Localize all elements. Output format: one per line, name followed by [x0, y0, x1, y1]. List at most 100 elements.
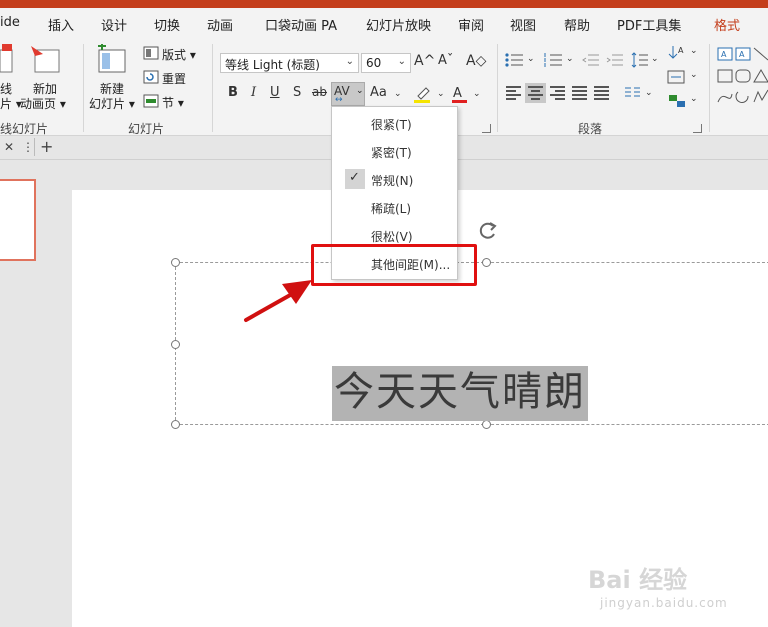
new-animation-page-icon: [31, 46, 60, 73]
spacing-arrows-icon: ↔: [335, 95, 343, 105]
spacing-loose-item[interactable]: 稀疏(L): [333, 195, 457, 219]
menu-bar: ide 插入 设计 切换 动画 口袋动画 PA 幻灯片放映 审阅 视图 帮助 P…: [0, 8, 768, 38]
shrink-font-icon[interactable]: Aˇ: [438, 53, 453, 68]
spacing-tight-item[interactable]: 紧密(T): [333, 139, 457, 163]
font-color-icon[interactable]: A: [450, 84, 470, 104]
annotation-arrow-icon: [244, 280, 312, 322]
align-text-icon[interactable]: [666, 68, 688, 86]
tab-transitions[interactable]: 切换: [154, 15, 180, 34]
svg-text:A: A: [721, 50, 727, 59]
align-right-icon[interactable]: [550, 86, 565, 100]
close-icon[interactable]: ✕: [4, 140, 14, 154]
font-name-combobox[interactable]: 等线 Light (标题) ⌄: [220, 53, 359, 73]
add-tab-icon[interactable]: +: [40, 137, 53, 156]
annotation-highlight-box: [311, 244, 477, 286]
tab-animations[interactable]: 动画: [207, 15, 233, 34]
columns-icon[interactable]: [624, 86, 642, 100]
smartart-icon[interactable]: [666, 92, 688, 110]
resize-handle[interactable]: [171, 340, 180, 349]
text-shadow-button[interactable]: S: [293, 85, 301, 100]
chevron-down-icon[interactable]: ⌄: [473, 89, 481, 99]
ribbon-separator: [709, 44, 710, 132]
clear-format-icon[interactable]: A◇: [466, 53, 486, 69]
spacing-very-tight-item[interactable]: 很紧(T): [333, 111, 457, 135]
tab-pocket-animation[interactable]: 口袋动画 PA: [265, 15, 337, 34]
text-direction-icon[interactable]: A: [666, 44, 688, 62]
tab-design[interactable]: 设计: [101, 15, 127, 34]
ribbon-separator: [83, 44, 84, 132]
rotate-handle-icon[interactable]: [474, 218, 500, 244]
title-bar-strip: [0, 0, 768, 8]
menu-item-label: 紧密(T): [371, 146, 412, 160]
reset-button[interactable]: 重置: [162, 70, 186, 87]
menu-item-label: 很松(V): [371, 230, 413, 244]
align-center-icon[interactable]: [528, 86, 543, 100]
bold-button[interactable]: B: [228, 85, 238, 100]
paragraph-dialog-launcher[interactable]: [693, 124, 702, 133]
chevron-down-icon[interactable]: ⌄: [645, 88, 653, 98]
more-options-icon[interactable]: ⋮: [22, 140, 34, 154]
font-name-value: 等线 Light (标题): [225, 58, 320, 72]
menu-item-label: 稀疏(L): [371, 202, 412, 216]
new-slide-line2[interactable]: 幻灯片 ▾: [89, 95, 135, 112]
distributed-icon[interactable]: [594, 86, 609, 100]
change-case-button[interactable]: Aa: [370, 85, 387, 100]
slide-thumbnail[interactable]: [0, 179, 36, 261]
svg-text:A: A: [453, 86, 462, 101]
line-spacing-icon[interactable]: [631, 52, 649, 68]
tab-view[interactable]: 视图: [510, 15, 536, 34]
ribbon-separator: [212, 44, 213, 132]
chevron-down-icon[interactable]: ⌄: [394, 89, 402, 99]
font-size-value: 60: [366, 56, 382, 70]
tab-divider: [34, 138, 35, 156]
layout-button[interactable]: 版式 ▾: [162, 46, 196, 63]
strikethrough-button[interactable]: ab: [312, 85, 327, 99]
spacing-normal-item[interactable]: ✓ 常规(N): [333, 167, 457, 191]
tab-pdf-tools[interactable]: PDF工具集: [617, 15, 681, 34]
chevron-down-icon[interactable]: ⌄: [690, 46, 698, 56]
chevron-down-icon[interactable]: ⌄: [690, 94, 698, 104]
character-spacing-button[interactable]: AV ↔ ⌄: [331, 82, 365, 106]
resize-handle[interactable]: [171, 420, 180, 429]
font-size-combobox[interactable]: 60 ⌄: [361, 53, 411, 73]
tab-review[interactable]: 审阅: [458, 15, 484, 34]
numbering-icon[interactable]: [543, 52, 563, 68]
chevron-down-icon[interactable]: ⌄: [566, 54, 574, 64]
resize-handle[interactable]: [171, 258, 180, 267]
chevron-down-icon[interactable]: ⌄: [651, 54, 659, 64]
chevron-down-icon: ⌄: [356, 86, 364, 96]
selected-slide-text[interactable]: 今天天气晴朗: [332, 366, 588, 421]
chevron-down-icon[interactable]: ⌄: [346, 56, 354, 67]
tab-slideshow[interactable]: 幻灯片放映: [366, 15, 431, 34]
resize-handle[interactable]: [482, 420, 491, 429]
menu-item-label: 常规(N): [371, 174, 414, 188]
highlight-pen-icon[interactable]: [412, 84, 434, 104]
tab-help[interactable]: 帮助: [564, 15, 590, 34]
italic-button[interactable]: I: [251, 85, 256, 100]
chevron-down-icon[interactable]: ⌄: [527, 54, 535, 64]
font-dialog-launcher[interactable]: [482, 124, 491, 133]
svg-text:A: A: [678, 46, 684, 55]
tab-format[interactable]: 格式: [714, 15, 740, 34]
shapes-gallery[interactable]: A A: [716, 44, 768, 106]
chevron-down-icon[interactable]: ⌄: [690, 70, 698, 80]
menu-item-label: 很紧(T): [371, 118, 412, 132]
tab-slideshow-partial[interactable]: ide: [0, 15, 20, 30]
underline-button[interactable]: U: [270, 85, 280, 100]
chevron-down-icon[interactable]: ⌄: [437, 89, 445, 99]
grow-font-icon[interactable]: A^: [414, 53, 435, 69]
chevron-down-icon[interactable]: ⌄: [398, 56, 406, 67]
watermark-logo: Bai 经验: [588, 566, 688, 594]
slide-partial-icon: [0, 44, 13, 73]
decrease-indent-icon[interactable]: [582, 52, 600, 68]
increase-indent-icon[interactable]: [606, 52, 624, 68]
partial-btn-line2[interactable]: 片 ▾: [0, 95, 22, 112]
resize-handle[interactable]: [482, 258, 491, 267]
justify-icon[interactable]: [572, 86, 587, 100]
bullets-icon[interactable]: [504, 52, 524, 68]
align-left-icon[interactable]: [506, 86, 521, 100]
section-button[interactable]: 节 ▾: [162, 94, 184, 111]
new-animation-page-line2[interactable]: 动画页 ▾: [20, 95, 66, 112]
watermark-url: jingyan.baidu.com: [600, 596, 728, 610]
tab-insert[interactable]: 插入: [48, 15, 74, 34]
